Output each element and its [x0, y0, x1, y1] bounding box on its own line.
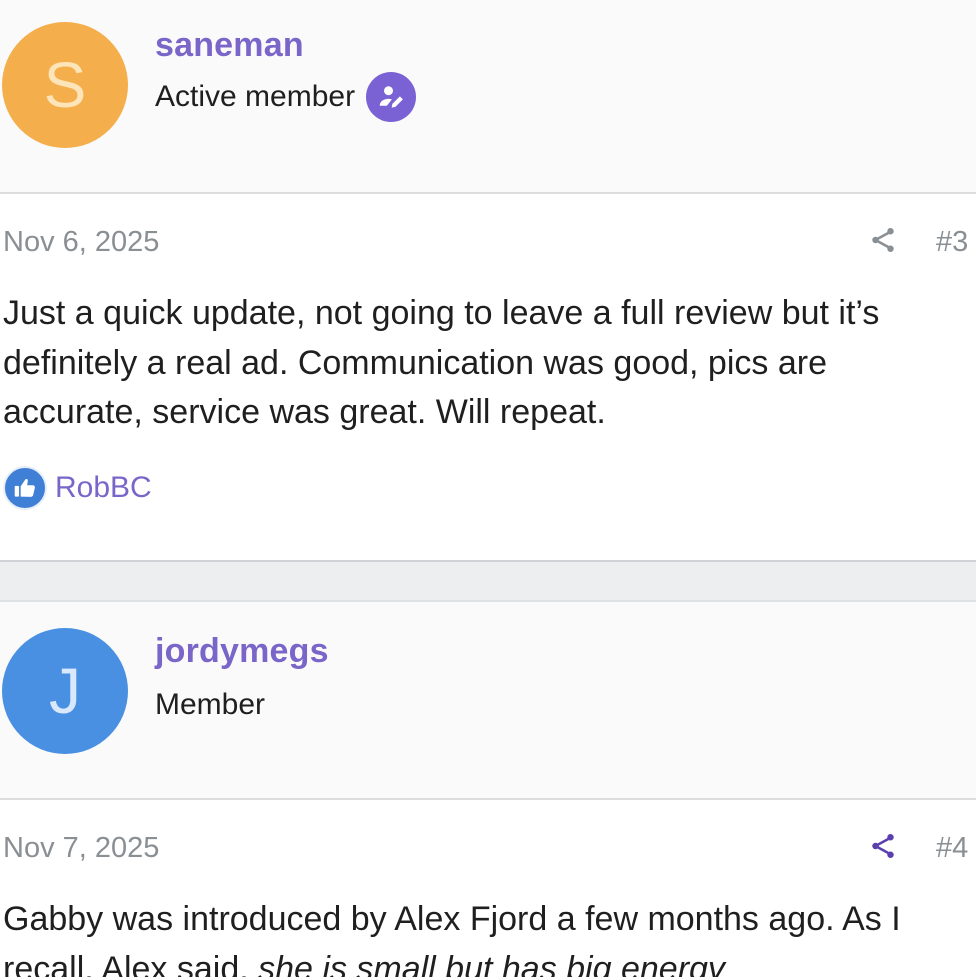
post-body: Nov 7, 2025 #4 Gabby was introduced by A…: [0, 800, 976, 977]
post-message: Just a quick update, not going to leave …: [3, 289, 973, 438]
post-message-italic: she is small but has big energy: [258, 949, 725, 977]
post-message-line: recall, Alex said, she is small but has …: [3, 945, 973, 977]
username-link[interactable]: saneman: [155, 26, 304, 65]
share-icon[interactable]: [868, 831, 898, 861]
post-message-text: recall, Alex said,: [3, 949, 259, 977]
post-body: Nov 6, 2025 #3 Just a quick update, not …: [0, 194, 976, 560]
reactions-bar[interactable]: RobBC: [3, 466, 152, 510]
user-title-text: Active member: [155, 80, 356, 113]
user-title-text: Member: [155, 688, 266, 721]
reaction-user-link[interactable]: RobBC: [55, 471, 152, 505]
post-number[interactable]: #4: [936, 832, 968, 865]
user-edit-icon: [366, 72, 417, 122]
post-message-line: Just a quick update, not going to leave …: [3, 294, 880, 332]
user-title: Active member: [155, 72, 417, 122]
share-icon[interactable]: [868, 225, 898, 255]
avatar-initial: J: [49, 655, 81, 727]
thumbs-up-icon: [3, 466, 47, 510]
post-message-line: Gabby was introduced by Alex Fjord a few…: [3, 900, 901, 938]
post-message-line: accurate, service was great. Will repeat…: [3, 393, 606, 431]
post-message: Gabby was introduced by Alex Fjord a few…: [3, 895, 973, 977]
avatar[interactable]: J: [2, 628, 128, 754]
post-user-header: J jordymegs Member: [0, 602, 976, 800]
post-number[interactable]: #3: [936, 226, 968, 259]
post-date[interactable]: Nov 6, 2025: [3, 226, 159, 259]
post-user-header: S saneman Active member: [0, 0, 976, 194]
thread-page: S saneman Active member Nov 6, 2025 #3 J…: [0, 0, 976, 977]
post-separator: [0, 560, 976, 602]
user-title: Member: [155, 680, 265, 730]
post-date[interactable]: Nov 7, 2025: [3, 832, 159, 865]
post-message-line: definitely a real ad. Communication was …: [3, 343, 827, 382]
username-link[interactable]: jordymegs: [155, 632, 329, 671]
avatar-initial: S: [43, 49, 87, 121]
avatar[interactable]: S: [2, 22, 128, 148]
